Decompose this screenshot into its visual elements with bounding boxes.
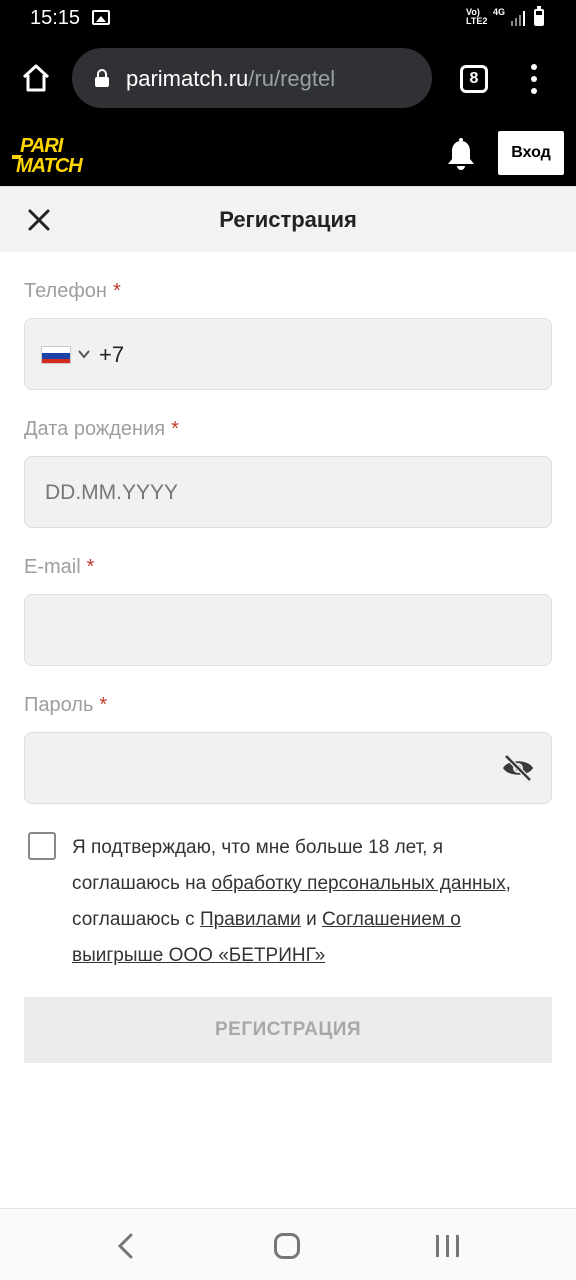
required-mark: * <box>171 418 179 440</box>
tab-switcher-button[interactable]: 8 <box>460 65 488 93</box>
site-header: PARI MATCH Вход <box>0 122 576 186</box>
password-label-text: Пароль <box>24 694 94 716</box>
browser-toolbar: parimatch.ru/ru/regtel 8 <box>0 36 576 122</box>
menu-icon[interactable] <box>526 64 542 94</box>
login-button[interactable]: Вход <box>498 131 564 175</box>
network-type: 4G <box>493 7 506 17</box>
register-button[interactable]: РЕГИСТРАЦИЯ <box>24 997 552 1063</box>
recents-icon[interactable] <box>436 1235 460 1257</box>
eye-off-icon[interactable] <box>501 753 535 783</box>
bell-icon[interactable] <box>446 138 476 172</box>
email-label: E-mail * <box>24 556 94 579</box>
phone-label: Телефон * <box>24 280 121 303</box>
battery-icon <box>534 6 544 26</box>
password-field[interactable] <box>24 732 552 804</box>
russia-flag-icon[interactable] <box>41 346 71 364</box>
consent-text-3: и <box>300 909 322 930</box>
image-icon <box>92 10 110 25</box>
status-time: 15:15 <box>30 7 81 29</box>
consent-text: Я подтверждаю, что мне больше 18 лет, я … <box>72 830 532 974</box>
birthdate-label: Дата рождения * <box>24 418 179 441</box>
lock-icon <box>95 69 109 87</box>
email-label-text: E-mail <box>24 556 81 578</box>
page-header: Регистрация <box>0 186 576 252</box>
status-bar: 15:15 Vo) LTE2 4G <box>0 0 576 36</box>
required-mark: * <box>86 556 95 578</box>
screen: 15:15 Vo) LTE2 4G parimatch.ru/ru/regtel … <box>0 0 576 1280</box>
url-text: parimatch.ru/ru/regtel <box>126 66 335 92</box>
parimatch-logo[interactable]: PARI MATCH <box>12 133 132 175</box>
home-icon[interactable] <box>20 62 52 94</box>
url-host: parimatch.ru <box>126 66 249 91</box>
signal-icon <box>511 11 525 26</box>
page-title: Регистрация <box>219 207 357 232</box>
birthdate-field[interactable]: DD.MM.YYYY <box>24 456 552 528</box>
logo-line-1: PARI <box>20 135 64 157</box>
birthdate-label-text: Дата рождения <box>24 418 166 440</box>
required-mark: * <box>99 694 108 716</box>
required-mark: * <box>112 280 121 302</box>
system-nav-bar <box>0 1208 576 1280</box>
phone-prefix: +7 <box>99 342 125 367</box>
url-path: /ru/regtel <box>248 66 336 91</box>
phone-field[interactable]: +7 <box>24 318 552 390</box>
email-field[interactable] <box>24 594 552 666</box>
chevron-down-icon[interactable] <box>77 347 91 361</box>
consent-checkbox[interactable] <box>28 832 56 860</box>
password-label: Пароль * <box>24 694 107 717</box>
birthdate-placeholder: DD.MM.YYYY <box>45 481 179 504</box>
address-bar[interactable]: parimatch.ru/ru/regtel <box>72 48 432 108</box>
phone-label-text: Телефон <box>24 280 107 302</box>
network-indicator: Vo) LTE2 <box>466 7 488 26</box>
rules-link[interactable]: Правилами <box>200 909 301 930</box>
personal-data-link[interactable]: обработку персональных данных <box>212 873 506 894</box>
back-icon[interactable] <box>112 1231 140 1261</box>
logo-line-2: MATCH <box>16 155 83 175</box>
home-nav-icon[interactable] <box>274 1233 300 1259</box>
